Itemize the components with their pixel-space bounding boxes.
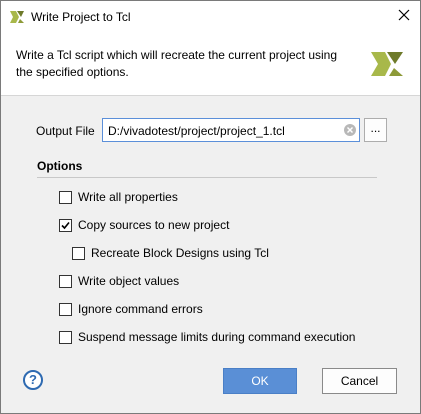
write-all-properties-checkbox[interactable] bbox=[59, 190, 72, 204]
checkmark-icon bbox=[61, 221, 70, 229]
dialog-header: Write a Tcl script which will recreate t… bbox=[1, 32, 420, 96]
option-label: Ignore command errors bbox=[78, 302, 203, 316]
output-file-value: D:/vivadotest/project/project_1.tcl bbox=[108, 124, 285, 138]
window-title: Write Project to Tcl bbox=[31, 10, 131, 24]
write-all-properties-option[interactable]: Write all properties bbox=[59, 188, 178, 206]
option-label: Write object values bbox=[78, 274, 180, 288]
recreate-block-designs-option[interactable]: Recreate Block Designs using Tcl bbox=[72, 244, 269, 262]
option-label: Suspend message limits during command ex… bbox=[78, 330, 356, 344]
vivado-logo-icon bbox=[9, 9, 25, 25]
ignore-command-errors-option[interactable]: Ignore command errors bbox=[59, 300, 203, 318]
suspend-message-limits-checkbox[interactable] bbox=[59, 330, 72, 344]
options-title: Options bbox=[37, 159, 83, 173]
ignore-command-errors-checkbox[interactable] bbox=[59, 302, 72, 316]
write-object-values-checkbox[interactable] bbox=[59, 274, 72, 288]
ok-button[interactable]: OK bbox=[223, 368, 297, 394]
output-file-label: Output File bbox=[36, 124, 95, 138]
help-button[interactable]: ? bbox=[23, 370, 43, 390]
clear-icon[interactable] bbox=[343, 123, 357, 137]
browse-button[interactable]: ... bbox=[364, 118, 387, 142]
write-project-dialog: Write Project to Tcl Write a Tcl script … bbox=[0, 0, 421, 414]
suspend-message-limits-option[interactable]: Suspend message limits during command ex… bbox=[59, 328, 355, 346]
dialog-description: Write a Tcl script which will recreate t… bbox=[16, 48, 338, 79]
vivado-logo-icon bbox=[369, 46, 405, 82]
cancel-button[interactable]: Cancel bbox=[322, 368, 397, 394]
write-object-values-option[interactable]: Write object values bbox=[59, 272, 179, 290]
copy-sources-checkbox[interactable] bbox=[59, 218, 72, 232]
options-divider bbox=[37, 177, 377, 178]
title-bar[interactable]: Write Project to Tcl bbox=[1, 1, 420, 32]
recreate-block-designs-checkbox[interactable] bbox=[72, 246, 85, 260]
copy-sources-option[interactable]: Copy sources to new project bbox=[59, 216, 229, 234]
close-icon bbox=[398, 9, 410, 24]
output-file-input[interactable]: D:/vivadotest/project/project_1.tcl bbox=[102, 118, 360, 142]
option-label: Write all properties bbox=[78, 190, 178, 204]
close-button[interactable] bbox=[387, 1, 420, 32]
option-label: Recreate Block Designs using Tcl bbox=[91, 246, 269, 260]
option-label: Copy sources to new project bbox=[78, 218, 230, 232]
